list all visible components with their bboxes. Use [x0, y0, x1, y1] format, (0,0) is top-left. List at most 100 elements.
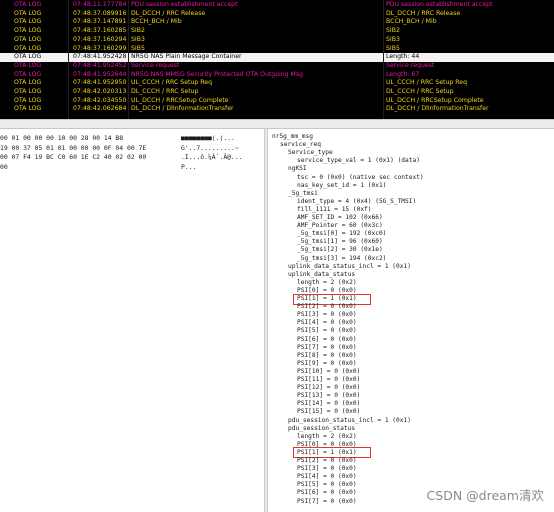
tree-node[interactable]: PSI[10] = 0 (0x0): [297, 368, 360, 376]
log-type-cell: OTA LOG: [14, 88, 42, 95]
tree-node[interactable]: nr5g_mm_msg: [272, 133, 313, 141]
tree-node[interactable]: PSI[12] = 0 (0x0): [297, 384, 360, 392]
hex-bytes-line: 00 07 F4 19 BC C0 60 1E C2 40 02 02 00: [0, 153, 147, 161]
column-separator: [68, 0, 69, 119]
log-type-cell: OTA LOG: [14, 1, 42, 8]
log-message-cell: DL_DCCH / RRC Release: [131, 9, 206, 17]
tree-node[interactable]: service_req: [280, 141, 321, 149]
log-row[interactable]: OTA LOG 07:48:37.160285 SIB2 SIB2: [0, 27, 554, 36]
log-time-cell: 07:48:11.177784: [73, 1, 127, 8]
tree-node[interactable]: tsc = 0 (0x0) (native sec context): [297, 174, 424, 182]
log-type-cell: OTA LOG: [14, 61, 42, 69]
log-type-cell: OTA LOG: [14, 96, 42, 104]
hex-ascii-line: G'..7.........~: [181, 143, 239, 152]
log-info-cell: SIB3: [386, 35, 400, 43]
hex-ascii-line: .I...ô.¼À`.Â@...: [181, 153, 243, 161]
log-type-cell: OTA LOG: [14, 105, 42, 113]
log-type-cell: OTA LOG: [14, 35, 42, 43]
column-separator: [383, 0, 384, 119]
log-row[interactable]: OTA LOG 07:48:41.952950 UL_CCCH / RRC Setu…: [0, 79, 554, 88]
log-time-cell: 07:48:41.952452: [73, 61, 127, 69]
tree-node[interactable]: PSI[6] = 0 (0x0): [297, 489, 357, 497]
tree-node[interactable]: PSI[4] = 0 (0x0): [297, 473, 357, 481]
tree-node[interactable]: length = 2 (0x2): [297, 433, 357, 441]
tree-node[interactable]: AMF_SET_ID = 102 (0x66): [297, 214, 383, 222]
tree-node[interactable]: Service_type: [288, 149, 333, 157]
tree-node[interactable]: PSI[13] = 0 (0x0): [297, 392, 360, 400]
watermark: CSDN @dream清欢: [426, 488, 544, 503]
log-row[interactable]: OTA LOG 07:48:41.952428 NR5G NAS Plain Mes…: [0, 53, 554, 62]
log-message-cell: NR5G NAS MMSG Security Protected OTA Out…: [131, 70, 304, 78]
tree-node[interactable]: _5g_tmsi: [288, 190, 318, 198]
log-info-cell: PDU session establishment accept: [386, 1, 493, 8]
log-info-cell: DL_DCCH / RRC Release: [386, 9, 461, 17]
tree-node[interactable]: PSI[7] = 0 (0x0): [297, 498, 357, 506]
log-row[interactable]: OTA LOG 07:48:11.177784 PDU session establ…: [0, 1, 554, 10]
tree-node[interactable]: service_type_val = 1 (0x1) (data): [297, 157, 420, 165]
log-table: OTA LOG 07:48:11.177784 PDU session establ…: [0, 0, 554, 119]
tree-node[interactable]: length = 2 (0x2): [297, 279, 357, 287]
tree-node[interactable]: ident_type = 4 (0x4) (5G_S_TMSI): [297, 198, 416, 206]
log-time-cell: 07:48:42.062684: [73, 105, 127, 113]
hex-bytes-line: 19 00 37 05 01 01 00 00 00 0F 04 00 7E: [0, 143, 147, 152]
tree-node[interactable]: PSI[8] = 0 (0x0): [297, 352, 357, 360]
log-time-cell: 07:48:37.089916: [73, 9, 127, 17]
tree-node[interactable]: _5g_tmsi[1] = 96 (0x60): [297, 238, 383, 246]
tree-node[interactable]: _5g_tmsi[0] = 192 (0xc0): [297, 230, 386, 238]
log-info-cell: Service request: [386, 61, 435, 69]
tree-node[interactable]: PSI[5] = 0 (0x0): [297, 327, 357, 335]
log-type-cell: OTA LOG: [14, 18, 42, 26]
tree-node[interactable]: PSI[7] = 0 (0x0): [297, 344, 357, 352]
log-message-cell: SIB2: [131, 27, 145, 35]
tree-node[interactable]: ngKSI: [288, 165, 307, 173]
log-message-cell: DL_CCCH / RRC Setup: [131, 88, 199, 95]
tree-node[interactable]: PSI[4] = 0 (0x0): [297, 319, 357, 327]
hex-ascii-line: ■■■■■■■■(.(...: [181, 134, 235, 142]
tree-node[interactable]: nas_key_set_id = 1 (0x1): [297, 182, 386, 190]
tree-node[interactable]: PSI[6] = 0 (0x0): [297, 336, 357, 344]
tree-node[interactable]: PSI[15] = 0 (0x0): [297, 408, 360, 416]
log-info-cell: UL_DCCH / RRCSetup Complete: [386, 96, 484, 104]
log-time-cell: 07:48:42.034550: [73, 96, 127, 104]
decode-tree-pane: nr5g_mm_msg service_req Service_type servic…: [268, 129, 554, 512]
tree-node[interactable]: PSI[3] = 0 (0x0): [297, 465, 357, 473]
log-row[interactable]: OTA LOG 07:48:37.089916 DL_DCCH / RRC Rele…: [0, 10, 554, 19]
log-row[interactable]: OTA LOG 07:48:42.062684 DL_DCCH / DlInform…: [0, 105, 554, 114]
tree-node[interactable]: PSI[3] = 0 (0x0): [297, 311, 357, 319]
tree-node[interactable]: PSI[14] = 0 (0x0): [297, 400, 360, 408]
log-row[interactable]: OTA LOG 07:48:42.020313 DL_CCCH / RRC Setu…: [0, 88, 554, 97]
hex-ascii-line: P...: [181, 162, 197, 171]
log-time-cell: 07:48:41.952950: [73, 79, 127, 87]
pane-splitter[interactable]: [0, 119, 554, 129]
log-row[interactable]: OTA LOG 07:48:37.147891 BCCH_BCH / Mib BCCH…: [0, 18, 554, 27]
log-row[interactable]: OTA LOG 07:48:41.952452 Service request Ser…: [0, 62, 554, 71]
log-message-cell: NR5G NAS Plain Message Container: [131, 53, 242, 61]
log-row[interactable]: OTA LOG 07:48:37.160294 SIB3 SIB3: [0, 36, 554, 45]
log-time-cell: 07:48:42.020313: [73, 88, 127, 95]
log-type-cell: OTA LOG: [14, 53, 42, 61]
tree-node[interactable]: pdu_session_status: [288, 425, 355, 433]
log-info-cell: Length: 44: [386, 53, 420, 61]
hex-bytes-line: 00: [0, 162, 8, 171]
log-message-cell: BCCH_BCH / Mib: [131, 18, 182, 26]
log-row[interactable]: OTA LOG 07:48:41.952644 NR5G NAS MMSG Secu…: [0, 71, 554, 80]
tree-node[interactable]: uplink_data_status: [288, 271, 355, 279]
tree-node[interactable]: PSI[2] = 0 (0x0): [297, 303, 357, 311]
tree-node[interactable]: _5g_tmsi[3] = 194 (0xc2): [297, 255, 386, 263]
tree-node[interactable]: uplink_data_status_incl = 1 (0x1): [288, 263, 411, 271]
tree-node[interactable]: PSI[5] = 0 (0x0): [297, 481, 357, 489]
tree-node[interactable]: _5g_tmsi[2] = 30 (0x1e): [297, 246, 383, 254]
log-row[interactable]: OTA LOG 07:48:37.160299 SIB5 SIB5: [0, 45, 554, 54]
tree-node[interactable]: fill_1111 = 15 (0xf): [297, 206, 372, 214]
tree-node[interactable]: PSI[9] = 0 (0x0): [297, 360, 357, 368]
log-message-cell: SIB3: [131, 35, 145, 43]
log-row[interactable]: OTA LOG 07:48:42.034550 UL_DCCH / RRCSetup…: [0, 97, 554, 106]
log-message-cell: SIB5: [131, 44, 145, 52]
log-info-cell: DL_CCCH / RRC Setup: [386, 88, 454, 95]
log-type-cell: OTA LOG: [14, 44, 42, 52]
tree-node[interactable]: PSI[11] = 0 (0x0): [297, 376, 360, 384]
tree-node[interactable]: pdu_session_status_incl = 1 (0x1): [288, 417, 411, 425]
log-info-cell: SIB2: [386, 27, 400, 35]
tree-node[interactable]: PSI[2] = 0 (0x0): [297, 457, 357, 465]
tree-node[interactable]: AMF_Pointer = 60 (0x3c): [297, 222, 383, 230]
